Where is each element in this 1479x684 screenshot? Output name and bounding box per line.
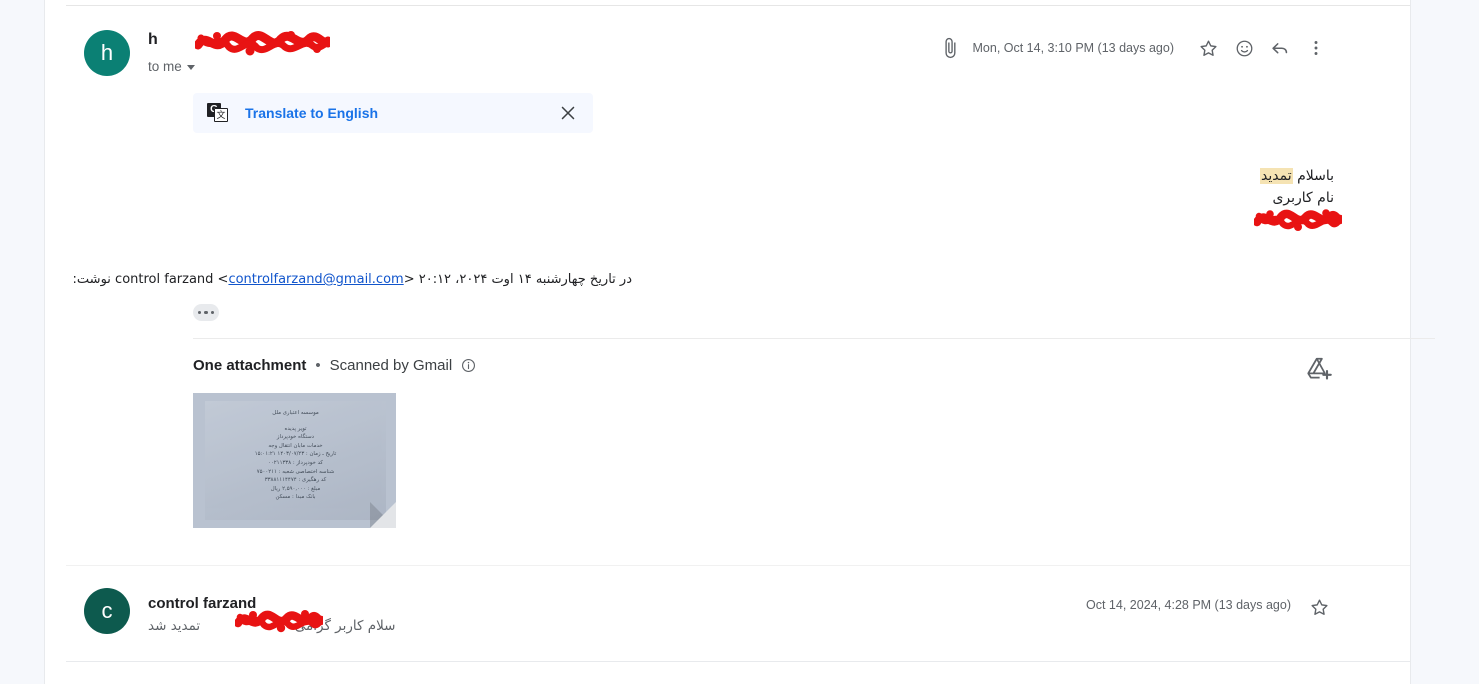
thumbnail-fold-corner <box>370 502 396 528</box>
body-line-2: نام کاربری <box>1272 190 1334 206</box>
ellipsis-dot <box>210 310 215 315</box>
receipt-line: بانک مبدا : مسکن <box>275 494 316 501</box>
message-header-actions: Mon, Oct 14, 3:10 PM (13 days ago) <box>939 31 1335 65</box>
avatar: c <box>84 588 130 634</box>
quoted-sender: control farzand <box>115 272 214 287</box>
snippet-before: سلام کاربر گرامی <box>294 618 396 634</box>
body-line-1-text: باسلام <box>1292 168 1334 184</box>
info-icon[interactable] <box>461 358 476 373</box>
bottom-divider <box>66 661 1410 662</box>
receipt-line: شناسه اختصاصی شعبه : ۷۵۰۰۲۱۱ <box>256 468 335 475</box>
show-trimmed-content-button[interactable] <box>193 304 219 321</box>
attachment-receipt-image: موسسه اعتباری ملل تویر پدیده دستگاه خودپ… <box>205 401 386 520</box>
receipt-gap <box>205 418 386 425</box>
quoted-prefix: در تاریخ چهارشنبه ۱۴ اوت ۲۰۲۴، ۲۰:۱۲ <box>418 272 632 287</box>
message-bottom-divider <box>66 565 1410 566</box>
receipt-line: موسسه اعتباری ملل <box>272 410 319 416</box>
attachment-separator: • <box>315 357 321 374</box>
ellipsis-dot <box>197 310 202 315</box>
sender-name[interactable]: h <box>148 31 158 49</box>
message-body: باسلام تمدید نام کاربری <box>1254 165 1342 231</box>
star-icon[interactable] <box>1302 590 1336 624</box>
gmail-thread-page: h h to me Mon, Oct 14, 3:10 PM (13 days … <box>0 0 1479 684</box>
receipt-line: خدمات مابان انتقال وجه <box>268 442 323 449</box>
receipt-line: دستگاه خودپرداز <box>276 434 315 441</box>
reply-icon[interactable] <box>1263 31 1297 65</box>
paperclip-icon <box>939 37 961 59</box>
more-vert-icon[interactable] <box>1299 31 1333 65</box>
top-divider <box>66 5 1410 6</box>
snippet-after: تمدید شد <box>148 618 201 634</box>
quoted-suffix: نوشت: <box>72 272 111 287</box>
google-translate-icon: G 文 <box>207 103 229 123</box>
attachment-thumbnail[interactable]: موسسه اعتباری ملل تویر پدیده دستگاه خودپ… <box>193 393 396 528</box>
receipt-line: تاریخ ـ زمان : ۱۴۰۳/۰۷/۲۳ ۱۵:۰۱:۲۱ <box>254 451 337 458</box>
body-line-1: باسلام تمدید <box>1260 165 1334 187</box>
redaction-scribble-sender <box>195 27 330 59</box>
redaction-scribble-username <box>1254 206 1342 234</box>
emoji-icon[interactable] <box>1227 31 1261 65</box>
add-to-drive-icon[interactable] <box>1304 353 1334 383</box>
sender-name: control farzand <box>148 595 257 612</box>
ellipsis-dot <box>204 310 208 315</box>
attachment-scan-label: Scanned by Gmail <box>329 357 453 374</box>
body-line-3-redacted <box>1254 209 1342 231</box>
avatar: h <box>84 30 130 76</box>
chevron-down-icon <box>186 65 195 70</box>
translate-banner[interactable]: G 文 Translate to English <box>193 93 593 133</box>
receipt-line: تویر پدیده <box>284 425 307 432</box>
receipt-line: کد رهگیری : ۳۳۸۸۱۱۱۴۴۷۴ <box>264 477 327 484</box>
message-date: Mon, Oct 14, 3:10 PM (13 days ago) <box>972 41 1175 55</box>
message-snippet: سلام کاربر گرامی تمدید شد <box>148 618 395 634</box>
close-icon[interactable] <box>557 102 579 124</box>
quoted-email-link[interactable]: controlfarzand@gmail.com <box>228 272 403 287</box>
star-icon[interactable] <box>1191 31 1225 65</box>
translate-to-english-link[interactable]: Translate to English <box>245 105 378 121</box>
sender-name-text: h <box>148 31 158 48</box>
conversation-panel: h h to me Mon, Oct 14, 3:10 PM (13 days … <box>45 0 1435 684</box>
translate-icon-front: 文 <box>214 108 228 122</box>
recipient-dropdown[interactable]: to me <box>148 59 195 74</box>
body-line-1-highlight: تمدید <box>1260 168 1293 184</box>
recipient-label: to me <box>148 59 182 74</box>
receipt-line: مبلغ : ۲,۵۹۰,۰۰۰ ریال <box>270 485 321 492</box>
attachment-divider <box>193 338 1435 339</box>
receipt-line: کد خودپرداز : ۰۰۲۱۱۳۳۸ <box>267 459 324 466</box>
quoted-header: در تاریخ چهارشنبه ۱۴ اوت ۲۰۲۴، ۲۰:۱۲ con… <box>72 272 632 287</box>
attachment-count-label: One attachment <box>193 357 307 374</box>
message-date: Oct 14, 2024, 4:28 PM (13 days ago) <box>1086 598 1291 612</box>
attachment-header: One attachment • Scanned by Gmail <box>193 357 476 374</box>
